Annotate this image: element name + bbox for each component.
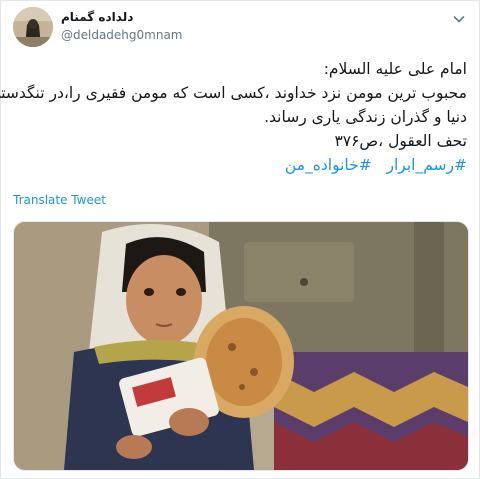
tweet-text-line: تحف العقول ،ص۳۷۶ [334, 132, 467, 150]
translate-tweet-link[interactable]: Translate Tweet [13, 193, 106, 207]
user-handle[interactable]: @deldadehg0mnam [61, 28, 183, 42]
tweet-text: امام علی علیه السلام: محبوب ترین مومن نز… [0, 57, 467, 153]
avatar[interactable] [13, 7, 53, 47]
tweet-text-line: محبوب ترین مومن نزد خداوند ،کسی است که م… [0, 84, 467, 102]
tweet-card: دلداده گمنام @deldadehg0mnam امام علی عل… [0, 0, 480, 479]
hashtag-link[interactable]: #رسم_ابرار [387, 156, 468, 174]
hashtag-link[interactable]: #خانواده_من [285, 156, 372, 174]
tweet-text-line: امام علی علیه السلام: [323, 60, 467, 78]
hashtag-row: #رسم_ابرار #خانواده_من [13, 153, 467, 177]
chevron-down-icon[interactable] [451, 11, 467, 27]
tweet-text-line: دنیا و گذران زندگی یاری رساند. [264, 108, 467, 126]
display-name[interactable]: دلداده گمنام [61, 10, 133, 24]
tweet-photo[interactable] [13, 221, 469, 471]
